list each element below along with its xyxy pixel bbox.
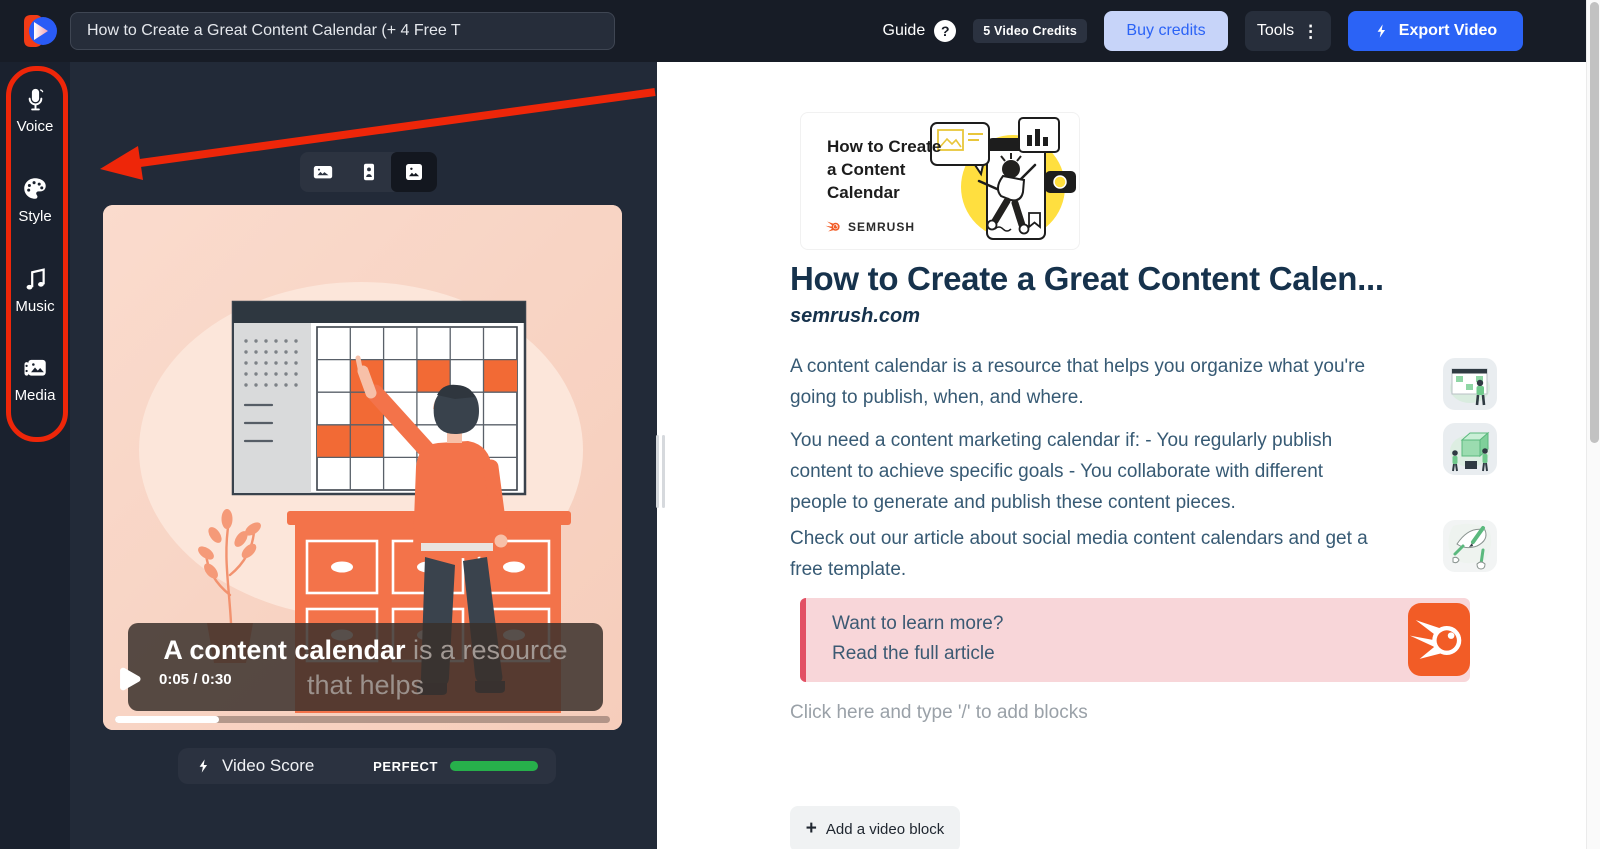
time-display: 0:05 / 0:30 xyxy=(159,671,232,688)
add-blocks-placeholder[interactable]: Click here and type '/' to add blocks xyxy=(790,702,1088,724)
callout-block[interactable]: Want to learn more? Read the full articl… xyxy=(800,598,1470,682)
video-score-rating: PERFECT xyxy=(373,759,438,774)
article-title[interactable]: How to Create a Great Content Calen... xyxy=(790,260,1470,298)
sidebar-label-music: Music xyxy=(15,298,54,315)
video-progress-fill xyxy=(115,716,219,723)
portrait-person-icon xyxy=(358,161,380,183)
aspect-square-button[interactable] xyxy=(391,152,437,192)
project-title-input[interactable] xyxy=(70,12,615,50)
aspect-portrait-button[interactable] xyxy=(346,152,392,192)
video-credits-badge: 5 Video Credits xyxy=(973,19,1087,43)
tools-label: Tools xyxy=(1257,22,1294,40)
article-thumb-calendar-whiteboard[interactable] xyxy=(1443,358,1497,410)
video-score-pill[interactable]: Video Score PERFECT xyxy=(178,748,556,784)
sidebar-item-music[interactable]: Music xyxy=(0,265,70,315)
page-scrollbar xyxy=(1586,0,1600,849)
paragraph-block-2[interactable]: You need a content marketing calendar if… xyxy=(790,425,1372,518)
left-sidebar: Voice Style Music xyxy=(0,62,70,849)
add-video-block-button[interactable]: + Add a video block xyxy=(790,806,960,849)
article-thumb-team-collaboration[interactable] xyxy=(1443,423,1497,475)
video-score-label: Video Score xyxy=(222,756,314,776)
top-bar: Guide ? 5 Video Credits Buy credits Tool… xyxy=(0,0,1586,62)
editor-canvas: A content calendar is a resource that he… xyxy=(70,62,657,849)
scrollbar-thumb[interactable] xyxy=(1590,2,1599,443)
top-bar-actions: Guide ? 5 Video Credits Buy credits Tool… xyxy=(883,0,1523,62)
buy-credits-button[interactable]: Buy credits xyxy=(1104,11,1228,51)
sidebar-item-media[interactable]: Media xyxy=(0,354,70,404)
aspect-ratio-toggle xyxy=(300,152,437,192)
header-brand: SEMRUSH xyxy=(825,218,915,235)
sidebar-label-voice: Voice xyxy=(17,118,54,135)
aspect-landscape-button[interactable] xyxy=(300,152,346,192)
sidebar-label-style: Style xyxy=(18,208,51,225)
video-preview[interactable]: A content calendar is a resource that he… xyxy=(103,205,622,730)
landscape-image-icon xyxy=(312,161,334,183)
article-panel: How to Create a Content Calendar SEMRUSH… xyxy=(657,62,1586,849)
semrush-logo xyxy=(1408,603,1470,676)
paragraph-block-1[interactable]: A content calendar is a resource that he… xyxy=(790,351,1372,413)
sidebar-label-media: Media xyxy=(15,387,56,404)
caption-highlight: A content calendar xyxy=(163,635,405,665)
sidebar-item-voice[interactable]: Voice xyxy=(0,86,70,135)
semrush-flame-icon xyxy=(825,218,842,235)
caption-rest: is a resource xyxy=(405,635,567,665)
callout-line-2: Read the full article xyxy=(832,643,995,665)
header-image-title: How to Create a Content Calendar xyxy=(827,135,941,204)
caption-overlay: A content calendar is a resource that he… xyxy=(128,623,603,711)
music-note-icon xyxy=(21,265,49,293)
app-logo-icon[interactable] xyxy=(22,14,58,48)
export-video-button[interactable]: Export Video xyxy=(1348,11,1523,51)
tools-button[interactable]: Tools ⋮ xyxy=(1245,11,1331,51)
guide-button[interactable]: Guide ? xyxy=(883,20,957,42)
sidebar-item-style[interactable]: Style xyxy=(0,175,70,225)
video-progress-bar[interactable] xyxy=(115,716,610,723)
header-illustration xyxy=(925,117,1077,250)
add-video-block-label: Add a video block xyxy=(826,821,944,838)
plus-icon: + xyxy=(806,818,817,840)
paragraph-block-3[interactable]: Check out our article about social media… xyxy=(790,523,1372,585)
caption-line-1: A content calendar is a resource xyxy=(128,633,603,667)
callout-accent-bar xyxy=(800,598,806,682)
video-editor-app: Guide ? 5 Video Credits Buy credits Tool… xyxy=(0,0,1600,849)
article-thumb-writing-hands[interactable] xyxy=(1443,520,1497,572)
callout-line-1: Want to learn more? xyxy=(832,613,1003,635)
square-image-icon xyxy=(402,160,426,184)
panel-resize-handle[interactable] xyxy=(656,435,665,508)
lightning-icon xyxy=(196,757,212,775)
play-icon[interactable] xyxy=(117,665,143,693)
help-icon[interactable]: ? xyxy=(934,20,956,42)
article-header-image[interactable]: How to Create a Content Calendar SEMRUSH xyxy=(800,112,1080,250)
score-bar-fill xyxy=(450,761,538,771)
palette-icon xyxy=(21,175,49,203)
microphone-icon xyxy=(22,86,49,113)
media-icon xyxy=(20,354,50,382)
article-source[interactable]: semrush.com xyxy=(790,305,920,328)
guide-label: Guide xyxy=(883,22,926,40)
export-label: Export Video xyxy=(1399,22,1497,40)
header-brand-name: SEMRUSH xyxy=(848,220,915,234)
kebab-menu-icon: ⋮ xyxy=(1302,23,1319,40)
lightning-icon xyxy=(1374,22,1390,40)
